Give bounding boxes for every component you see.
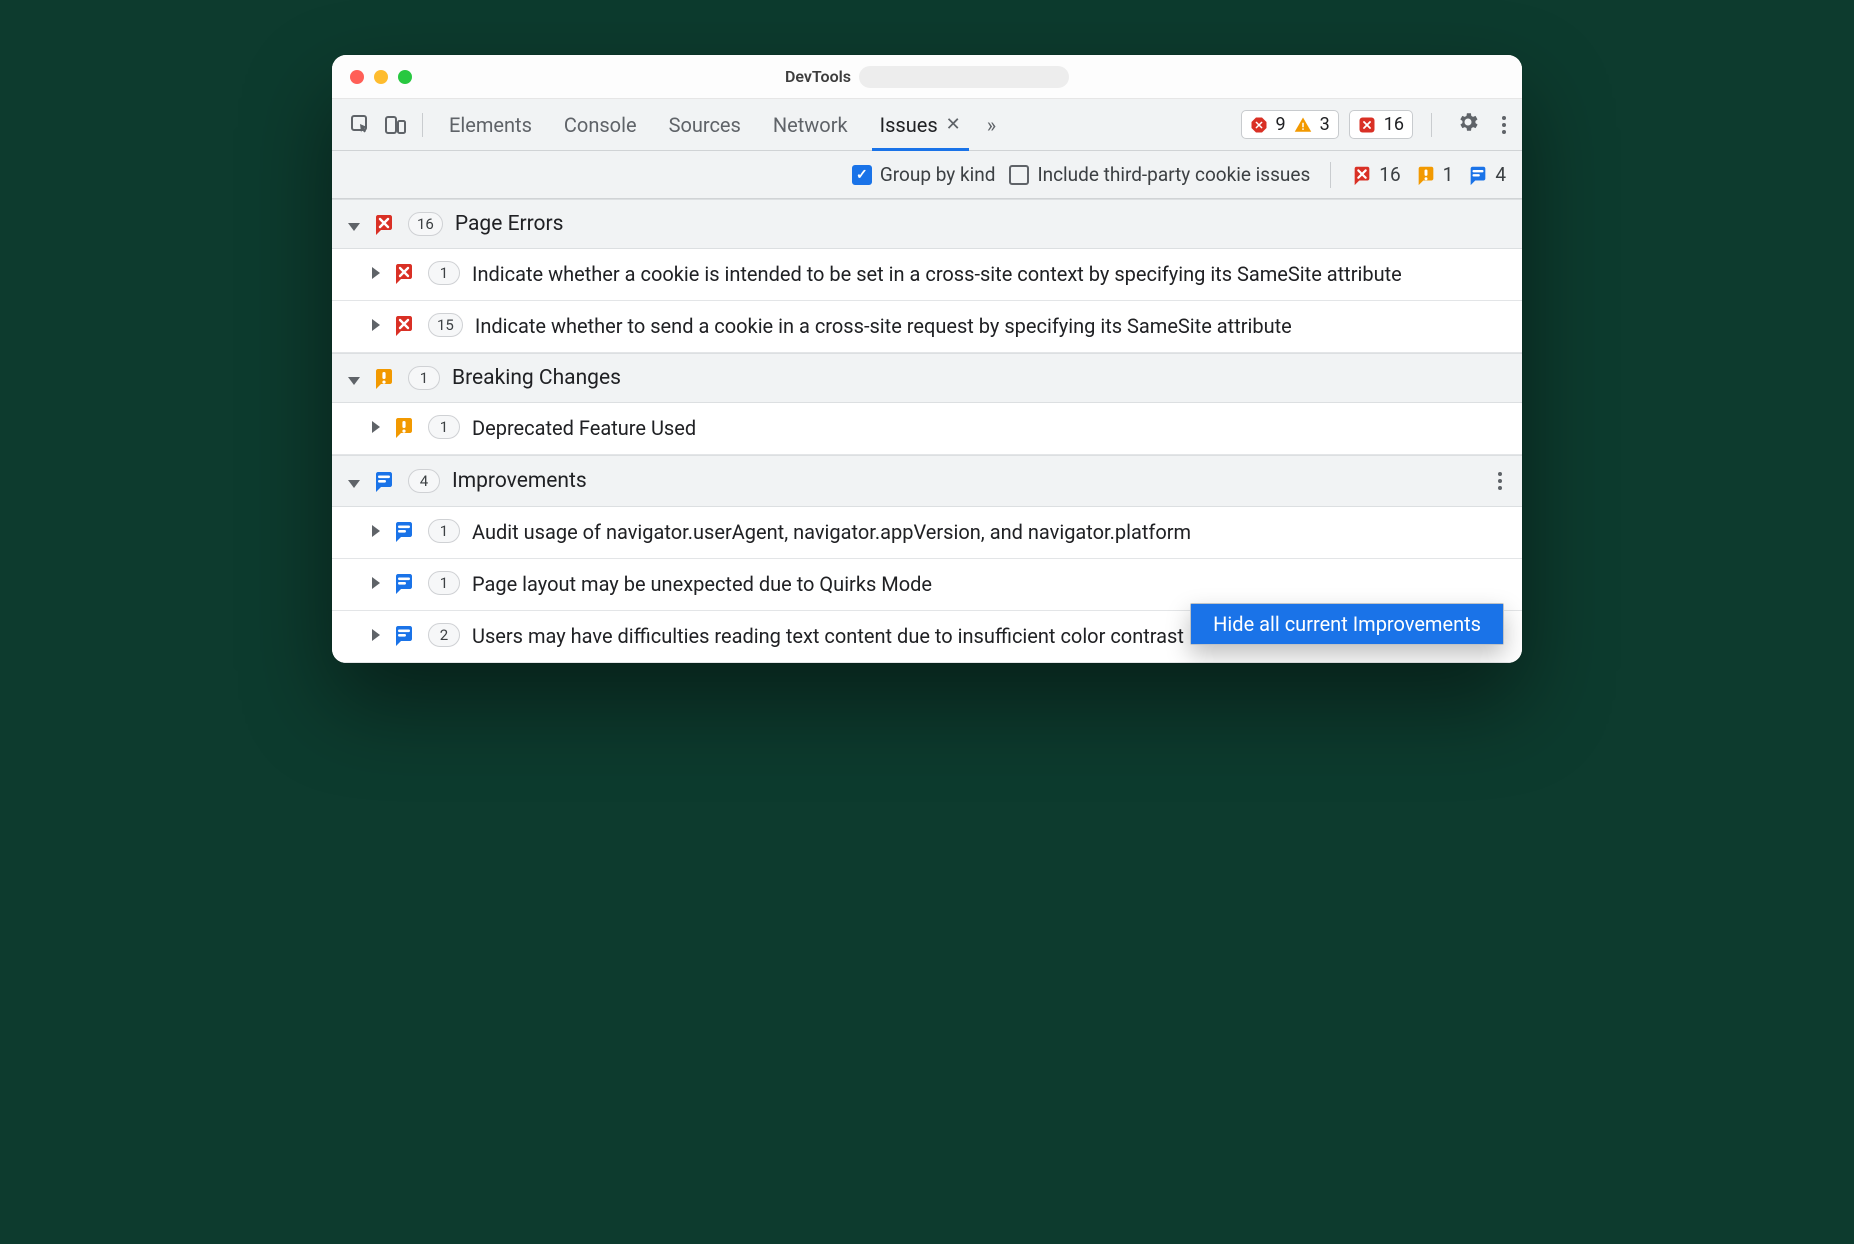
checkbox-checked-icon: ✓ — [852, 165, 872, 185]
group-label: Breaking Changes — [452, 366, 621, 390]
devtools-window: DevTools Elements Console Sources Networ… — [332, 55, 1522, 663]
console-error-warning-chip[interactable]: 9 3 — [1241, 110, 1339, 139]
context-menu-hide-improvements[interactable]: Hide all current Improvements — [1191, 604, 1503, 644]
disclosure-icon — [372, 421, 380, 433]
window-title: DevTools — [785, 67, 851, 86]
group-header-page-errors[interactable]: 16 Page Errors — [332, 199, 1522, 249]
info-bubble-icon — [1467, 164, 1489, 186]
info-bubble-icon — [392, 623, 416, 647]
issues-list: 16 Page Errors 1 Indicate whether a cookie … — [332, 199, 1522, 663]
settings-icon[interactable] — [1450, 110, 1486, 140]
group-count: 16 — [408, 212, 443, 236]
issue-row[interactable]: 1 Deprecated Feature Used — [332, 403, 1522, 455]
separator — [1431, 113, 1432, 137]
checkbox-unchecked-icon — [1009, 165, 1029, 185]
issue-count: 1 — [428, 519, 460, 543]
issue-row[interactable]: 1 Indicate whether a cookie is intended t… — [332, 249, 1522, 301]
device-toolbar-icon[interactable] — [380, 110, 410, 140]
info-bubble-icon — [392, 519, 416, 543]
group-label: Page Errors — [455, 212, 564, 236]
window-minimize-button[interactable] — [374, 70, 388, 84]
blocked-count: 16 — [1384, 114, 1404, 135]
disclosure-icon — [372, 267, 380, 279]
issue-row[interactable]: 15 Indicate whether to send a cookie in a… — [332, 301, 1522, 353]
error-bubble-icon — [1351, 164, 1373, 186]
error-octagon-icon — [1250, 116, 1268, 134]
issue-text: Page layout may be unexpected due to Qui… — [472, 571, 1506, 598]
issue-count: 1 — [428, 415, 460, 439]
more-tabs-icon[interactable]: » — [979, 113, 1004, 137]
blocked-square-icon — [1358, 116, 1376, 134]
disclosure-icon — [372, 577, 380, 589]
separator — [1330, 162, 1331, 188]
titlebar: DevTools — [332, 55, 1522, 99]
tab-console[interactable]: Console — [550, 99, 651, 150]
warning-bubble-icon — [392, 415, 416, 439]
disclosure-icon — [372, 319, 380, 331]
error-bubble-icon — [392, 313, 416, 337]
include-third-party-checkbox[interactable]: Include third-party cookie issues — [1009, 163, 1310, 186]
group-count: 1 — [408, 366, 440, 390]
tab-sources[interactable]: Sources — [655, 99, 755, 150]
filter-warning-count[interactable]: 1 — [1415, 163, 1454, 186]
warning-count: 3 — [1320, 114, 1330, 135]
issues-chip[interactable]: 16 — [1349, 110, 1413, 139]
issue-count: 2 — [428, 623, 460, 647]
disclosure-icon — [348, 223, 360, 231]
issue-count: 1 — [428, 571, 460, 595]
info-bubble-icon — [392, 571, 416, 595]
window-controls — [350, 70, 412, 84]
close-tab-icon[interactable]: ✕ — [946, 114, 961, 135]
issue-count: 15 — [428, 313, 463, 337]
separator — [422, 113, 423, 137]
error-bubble-icon — [372, 212, 396, 236]
group-header-improvements[interactable]: 4 Improvements — [332, 455, 1522, 507]
group-count: 4 — [408, 469, 440, 493]
more-menu-icon[interactable] — [1496, 116, 1512, 134]
issue-row[interactable]: 1 Audit usage of navigator.userAgent, nav… — [332, 507, 1522, 559]
tab-elements[interactable]: Elements — [435, 99, 546, 150]
window-close-button[interactable] — [350, 70, 364, 84]
disclosure-icon — [348, 377, 360, 385]
issue-count: 1 — [428, 261, 460, 285]
issue-text: Indicate whether a cookie is intended to… — [472, 261, 1506, 288]
tabstrip: Elements Console Sources Network Issues … — [332, 99, 1522, 151]
warning-triangle-icon — [1294, 116, 1312, 134]
error-bubble-icon — [392, 261, 416, 285]
group-by-kind-checkbox[interactable]: ✓ Group by kind — [852, 163, 996, 186]
context-menu: Hide all current Improvements — [1190, 603, 1504, 645]
warning-bubble-icon — [372, 366, 396, 390]
issue-text: Indicate whether to send a cookie in a c… — [475, 313, 1506, 340]
group-menu-icon[interactable] — [1494, 468, 1506, 494]
issue-text: Audit usage of navigator.userAgent, navi… — [472, 519, 1506, 546]
issue-text: Deprecated Feature Used — [472, 415, 1506, 442]
info-bubble-icon — [372, 469, 396, 493]
tab-network[interactable]: Network — [759, 99, 862, 150]
error-count: 9 — [1276, 114, 1286, 135]
group-label: Improvements — [452, 469, 587, 493]
filter-info-count[interactable]: 4 — [1467, 163, 1506, 186]
window-subtitle-pill — [859, 66, 1069, 88]
disclosure-icon — [372, 525, 380, 537]
filter-error-count[interactable]: 16 — [1351, 163, 1400, 186]
window-zoom-button[interactable] — [398, 70, 412, 84]
disclosure-icon — [348, 480, 360, 488]
warning-bubble-icon — [1415, 164, 1437, 186]
group-header-breaking-changes[interactable]: 1 Breaking Changes — [332, 353, 1522, 403]
disclosure-icon — [372, 629, 380, 641]
tab-issues[interactable]: Issues ✕ — [866, 99, 975, 150]
inspect-icon[interactable] — [346, 110, 376, 140]
filterbar: ✓ Group by kind Include third-party cook… — [332, 151, 1522, 199]
